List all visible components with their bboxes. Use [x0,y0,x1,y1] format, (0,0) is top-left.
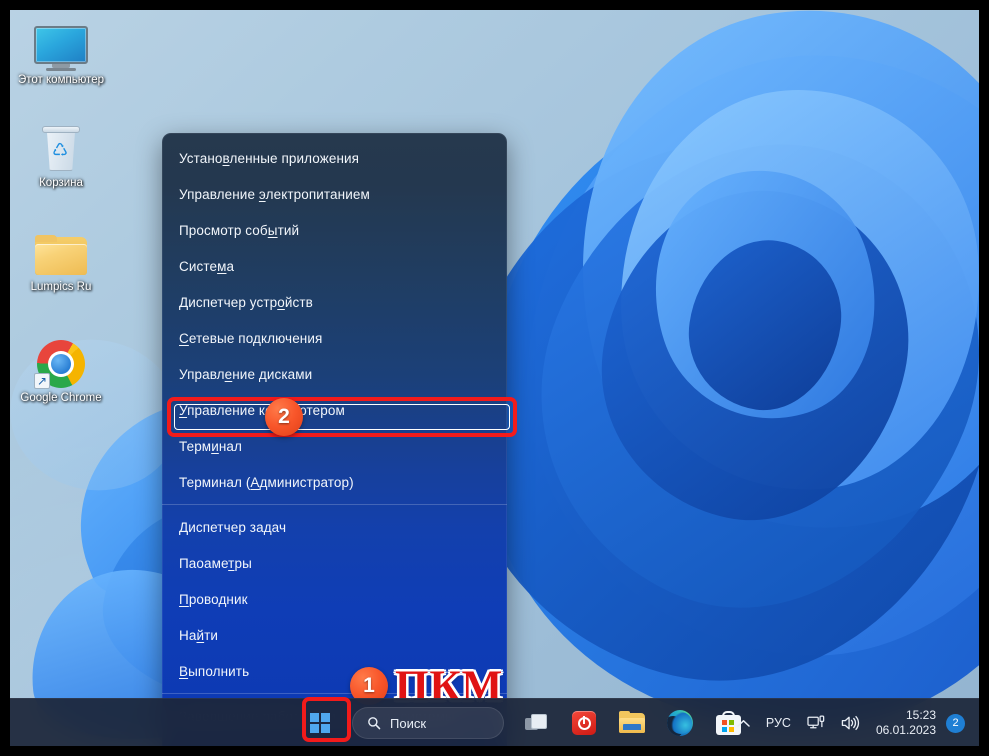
menu-item-settings[interactable]: Паоаметры [162,545,507,581]
taskbar-search-box[interactable]: Поиск [352,707,504,739]
notification-badge[interactable]: 2 [946,713,965,733]
desktop-icon-label: Google Chrome [20,392,102,404]
tray-overflow-button[interactable] [729,703,758,743]
power-app-button[interactable] [562,703,606,743]
task-view-button[interactable] [514,703,558,743]
desktop-icon-lumpics-folder[interactable]: Lumpics Ru [18,235,104,294]
desktop-icon-google-chrome[interactable]: ↗ Google Chrome [18,340,104,405]
winx-context-menu[interactable]: Установленные приложения Управление элек… [162,133,507,746]
menu-item-terminal-admin[interactable]: Терминал (Администратор) [162,464,507,500]
shortcut-arrow-icon: ↗ [34,373,50,389]
callout-badge-2-label: 2 [278,405,290,428]
folder-icon [35,235,87,277]
desktop-screen: Этот компьютер ♺ Корзина Lumpics Ru ↗ Go… [10,10,979,746]
callout-badge-2: 2 [265,398,303,436]
chevron-up-icon [737,719,750,727]
callout-badge-1-label: 1 [363,674,375,697]
clock-time: 15:23 [905,708,936,722]
chrome-icon: ↗ [34,340,85,389]
start-button-highlight-box [302,697,351,742]
monitor-icon [34,26,88,71]
clock-button[interactable]: 15:23 06.01.2023 [868,708,946,738]
desktop-icon-recycle-bin[interactable]: ♺ Корзина [18,125,104,190]
menu-item-device-manager[interactable]: Диспетчер устройств [162,284,507,320]
menu-item-task-manager[interactable]: Диспетчер задач [162,509,507,545]
system-tray[interactable]: РУС 15:23 06.01.2023 2 [729,699,971,746]
edge-button[interactable] [658,703,702,743]
menu-item-network-connections[interactable]: Сетевые подключения [162,320,507,356]
desktop-icon-this-pc[interactable]: Этот компьютер [18,26,104,87]
taskbar-center-group: Поиск [10,699,750,746]
menu-item-power-options[interactable]: Управление электропитанием [162,176,507,212]
notification-count: 2 [952,717,959,729]
desktop-icon-label: Этот компьютер [18,74,104,86]
menu-item-installed-apps[interactable]: Установленные приложения [162,140,507,176]
network-button[interactable] [799,703,833,743]
recycle-bin-icon: ♺ [39,125,83,173]
task-view-icon [525,714,547,732]
menu-item-terminal[interactable]: Терминал [162,428,507,464]
menu-item-system[interactable]: Система [162,248,507,284]
speaker-icon [841,715,860,731]
network-icon [807,715,825,729]
menu-item-computer-management[interactable]: Управление компьютером [162,392,507,428]
wallpaper-bloom [400,10,979,746]
volume-button[interactable] [833,703,868,743]
menu-separator [162,504,507,505]
edge-icon [667,710,693,736]
menu-item-file-explorer[interactable]: Проводник [162,581,507,617]
language-indicator-label: РУС [765,716,791,730]
desktop-icon-label: Корзина [39,177,83,189]
desktop-icon-label: Lumpics Ru [30,281,92,293]
taskbar-search-placeholder: Поиск [390,715,427,731]
menu-item-search[interactable]: Найти [162,617,507,653]
language-indicator[interactable]: РУС [758,703,799,743]
power-icon [572,711,596,735]
file-explorer-button[interactable] [610,703,654,743]
search-icon [368,717,381,730]
folder-icon [619,711,645,734]
clock-date: 06.01.2023 [875,723,936,737]
menu-item-disk-management[interactable]: Управление дисками [162,356,507,392]
taskbar[interactable]: Поиск РУС 15:23 06.01.2023 2 [10,698,979,746]
menu-item-event-viewer[interactable]: Просмотр событий [162,212,507,248]
